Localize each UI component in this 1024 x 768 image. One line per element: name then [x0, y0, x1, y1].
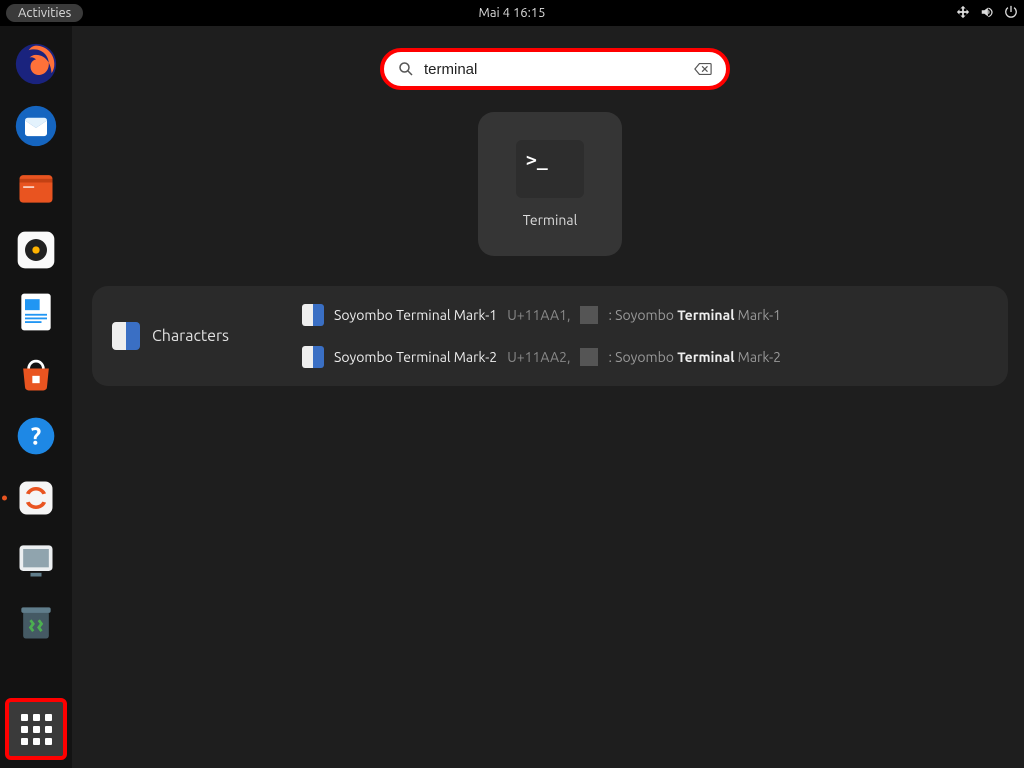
firefox-icon [14, 42, 58, 86]
terminal-prompt: >_ [526, 150, 548, 171]
volume-icon[interactable] [980, 5, 994, 22]
character-name: Soyombo Terminal Mark-2 [334, 349, 497, 365]
search-icon [398, 61, 414, 77]
character-preview [580, 348, 598, 366]
system-tray[interactable] [956, 5, 1018, 22]
character-codepoint: U+11AA2, [507, 349, 570, 365]
network-icon[interactable] [956, 5, 970, 22]
files-icon [14, 166, 58, 210]
activities-button[interactable]: Activities [6, 4, 83, 22]
character-preview [580, 306, 598, 324]
app-result-label: Terminal [523, 212, 578, 228]
dock-item-trash[interactable] [12, 598, 60, 646]
characters-app-icon [112, 322, 140, 350]
libreoffice-writer-icon [14, 290, 58, 334]
svg-text:?: ? [31, 422, 41, 449]
dock-item-software[interactable] [12, 350, 60, 398]
character-result-row[interactable]: Soyombo Terminal Mark-2 U+11AA2, : Soyom… [302, 346, 988, 368]
dock-item-screenshot[interactable] [12, 536, 60, 584]
dock-item-thunderbird[interactable] [12, 102, 60, 150]
top-bar: Activities Mai 4 16:15 [0, 0, 1024, 26]
show-applications-button[interactable] [5, 698, 67, 760]
character-result-row[interactable]: Soyombo Terminal Mark-1 U+11AA1, : Soyom… [302, 304, 988, 326]
character-description: : Soyombo Terminal Mark-1 [608, 307, 781, 323]
character-description: : Soyombo Terminal Mark-2 [608, 349, 781, 365]
search-input[interactable] [424, 61, 684, 78]
clock[interactable]: Mai 4 16:15 [479, 6, 546, 20]
dock-item-firefox[interactable] [12, 40, 60, 88]
character-name: Soyombo Terminal Mark-1 [334, 307, 497, 323]
characters-panel: Characters Soyombo Terminal Mark-1 U+11A… [92, 286, 1008, 386]
power-icon[interactable] [1004, 5, 1018, 22]
dock-item-help[interactable]: ? [12, 412, 60, 460]
dock-item-rhythmbox[interactable] [12, 226, 60, 274]
characters-heading: Characters [152, 327, 229, 345]
rhythmbox-icon [14, 228, 58, 272]
search-bar[interactable] [380, 48, 730, 90]
software-updater-icon [14, 476, 58, 520]
trash-icon [14, 600, 58, 644]
characters-header[interactable]: Characters [112, 304, 282, 368]
app-result-terminal[interactable]: >_ Terminal [478, 112, 622, 256]
dock-item-files[interactable] [12, 164, 60, 212]
character-glyph-icon [302, 346, 324, 368]
screenshot-icon [14, 538, 58, 582]
apps-grid-icon [21, 714, 52, 745]
thunderbird-icon [14, 104, 58, 148]
help-icon: ? [14, 414, 58, 458]
terminal-icon: >_ [516, 140, 584, 198]
character-glyph-icon [302, 304, 324, 326]
ubuntu-software-icon [14, 352, 58, 396]
dock-item-updater[interactable] [12, 474, 60, 522]
dock-item-writer[interactable] [12, 288, 60, 336]
dock: ? [0, 26, 72, 768]
character-codepoint: U+11AA1, [507, 307, 570, 323]
backspace-icon[interactable] [694, 62, 712, 76]
